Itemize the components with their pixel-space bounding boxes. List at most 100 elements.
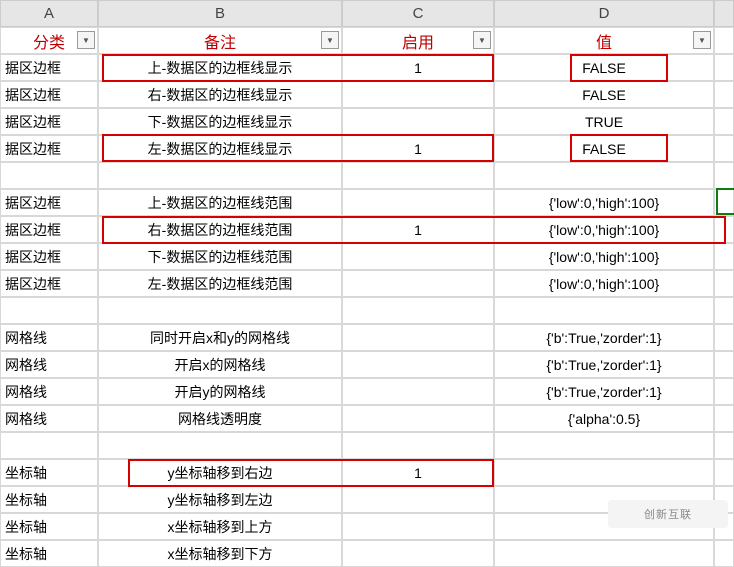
cell-b-r9[interactable]: [98, 297, 342, 324]
cell-b-r4[interactable]: [98, 162, 342, 189]
cell-b-r3[interactable]: 左-数据区的边框线显示: [98, 135, 342, 162]
cell-d-r4[interactable]: [494, 162, 714, 189]
cell-d-r0[interactable]: FALSE: [494, 54, 714, 81]
cell-a-r17[interactable]: 坐标轴: [0, 513, 98, 540]
cell-c-r9[interactable]: [342, 297, 494, 324]
cell-c-r8[interactable]: [342, 270, 494, 297]
cell-e-r13[interactable]: [714, 405, 734, 432]
cell-a-r14[interactable]: [0, 432, 98, 459]
cell-b-r17[interactable]: x坐标轴移到上方: [98, 513, 342, 540]
cell-a-r13[interactable]: 网格线: [0, 405, 98, 432]
cell-b-r8[interactable]: 左-数据区的边框线范围: [98, 270, 342, 297]
cell-e-r18[interactable]: [714, 540, 734, 567]
cell-c-r16[interactable]: [342, 486, 494, 513]
col-header-c[interactable]: C: [342, 0, 494, 27]
cell-a-r7[interactable]: 据区边框: [0, 243, 98, 270]
cell-c-r7[interactable]: [342, 243, 494, 270]
filter-dropdown-icon[interactable]: [693, 31, 711, 49]
cell-d-r10[interactable]: {'b':True,'zorder':1}: [494, 324, 714, 351]
cell-a-r2[interactable]: 据区边框: [0, 108, 98, 135]
cell-a-r10[interactable]: 网格线: [0, 324, 98, 351]
cell-d-r3[interactable]: FALSE: [494, 135, 714, 162]
cell-e-r15[interactable]: [714, 459, 734, 486]
col-header-a[interactable]: A: [0, 0, 98, 27]
cell-c-r10[interactable]: [342, 324, 494, 351]
cell-c-r4[interactable]: [342, 162, 494, 189]
cell-a-r6[interactable]: 据区边框: [0, 216, 98, 243]
cell-e-r9[interactable]: [714, 297, 734, 324]
cell-a-r0[interactable]: 据区边框: [0, 54, 98, 81]
cell-e-r11[interactable]: [714, 351, 734, 378]
cell-c-r18[interactable]: [342, 540, 494, 567]
cell-d-r6[interactable]: {'low':0,'high':100}: [494, 216, 714, 243]
cell-d-r8[interactable]: {'low':0,'high':100}: [494, 270, 714, 297]
cell-b-r6[interactable]: 右-数据区的边框线范围: [98, 216, 342, 243]
cell-d-r13[interactable]: {'alpha':0.5}: [494, 405, 714, 432]
cell-c-r15[interactable]: 1: [342, 459, 494, 486]
cell-e-r2[interactable]: [714, 108, 734, 135]
cell-e-r4[interactable]: [714, 162, 734, 189]
col-header-blank[interactable]: [714, 0, 734, 27]
cell-a-r18[interactable]: 坐标轴: [0, 540, 98, 567]
cell-e-r10[interactable]: [714, 324, 734, 351]
cell-c-r1[interactable]: [342, 81, 494, 108]
cell-e-r12[interactable]: [714, 378, 734, 405]
cell-a-r3[interactable]: 据区边框: [0, 135, 98, 162]
cell-c-r14[interactable]: [342, 432, 494, 459]
cell-e-r3[interactable]: [714, 135, 734, 162]
cell-a-r11[interactable]: 网格线: [0, 351, 98, 378]
cell-b-r7[interactable]: 下-数据区的边框线范围: [98, 243, 342, 270]
cell-e-r6[interactable]: [714, 216, 734, 243]
cell-a-r9[interactable]: [0, 297, 98, 324]
cell-d-r2[interactable]: TRUE: [494, 108, 714, 135]
header-a[interactable]: 分类: [0, 27, 98, 54]
col-header-b[interactable]: B: [98, 0, 342, 27]
filter-dropdown-icon[interactable]: [77, 31, 95, 49]
cell-c-r0[interactable]: 1: [342, 54, 494, 81]
cell-c-r5[interactable]: [342, 189, 494, 216]
cell-c-r13[interactable]: [342, 405, 494, 432]
cell-c-r3[interactable]: 1: [342, 135, 494, 162]
cell-e-r1[interactable]: [714, 81, 734, 108]
cell-b-r15[interactable]: y坐标轴移到右边: [98, 459, 342, 486]
cell-a-r8[interactable]: 据区边框: [0, 270, 98, 297]
cell-b-r16[interactable]: y坐标轴移到左边: [98, 486, 342, 513]
cell-a-r15[interactable]: 坐标轴: [0, 459, 98, 486]
cell-d-r5[interactable]: {'low':0,'high':100}: [494, 189, 714, 216]
cell-d-r12[interactable]: {'b':True,'zorder':1}: [494, 378, 714, 405]
cell-b-r5[interactable]: 上-数据区的边框线范围: [98, 189, 342, 216]
cell-d-r18[interactable]: [494, 540, 714, 567]
filter-dropdown-icon[interactable]: [321, 31, 339, 49]
cell-d-r1[interactable]: FALSE: [494, 81, 714, 108]
header-b[interactable]: 备注: [98, 27, 342, 54]
cell-e-r8[interactable]: [714, 270, 734, 297]
cell-a-r16[interactable]: 坐标轴: [0, 486, 98, 513]
cell-d-r9[interactable]: [494, 297, 714, 324]
cell-a-r1[interactable]: 据区边框: [0, 81, 98, 108]
cell-d-r14[interactable]: [494, 432, 714, 459]
cell-d-r11[interactable]: {'b':True,'zorder':1}: [494, 351, 714, 378]
filter-dropdown-icon[interactable]: [473, 31, 491, 49]
header-c[interactable]: 启用: [342, 27, 494, 54]
cell-c-r6[interactable]: 1: [342, 216, 494, 243]
cell-e-r0[interactable]: [714, 54, 734, 81]
cell-c-r17[interactable]: [342, 513, 494, 540]
cell-e-r14[interactable]: [714, 432, 734, 459]
cell-a-r12[interactable]: 网格线: [0, 378, 98, 405]
cell-b-r0[interactable]: 上-数据区的边框线显示: [98, 54, 342, 81]
cell-b-r10[interactable]: 同时开启x和y的网格线: [98, 324, 342, 351]
cell-c-r12[interactable]: [342, 378, 494, 405]
cell-d-r15[interactable]: [494, 459, 714, 486]
cell-b-r18[interactable]: x坐标轴移到下方: [98, 540, 342, 567]
cell-d-r7[interactable]: {'low':0,'high':100}: [494, 243, 714, 270]
cell-c-r2[interactable]: [342, 108, 494, 135]
cell-b-r13[interactable]: 网格线透明度: [98, 405, 342, 432]
cell-b-r1[interactable]: 右-数据区的边框线显示: [98, 81, 342, 108]
cell-b-r2[interactable]: 下-数据区的边框线显示: [98, 108, 342, 135]
header-d[interactable]: 值: [494, 27, 714, 54]
cell-e-r7[interactable]: [714, 243, 734, 270]
cell-b-r14[interactable]: [98, 432, 342, 459]
cell-a-r4[interactable]: [0, 162, 98, 189]
cell-a-r5[interactable]: 据区边框: [0, 189, 98, 216]
cell-c-r11[interactable]: [342, 351, 494, 378]
